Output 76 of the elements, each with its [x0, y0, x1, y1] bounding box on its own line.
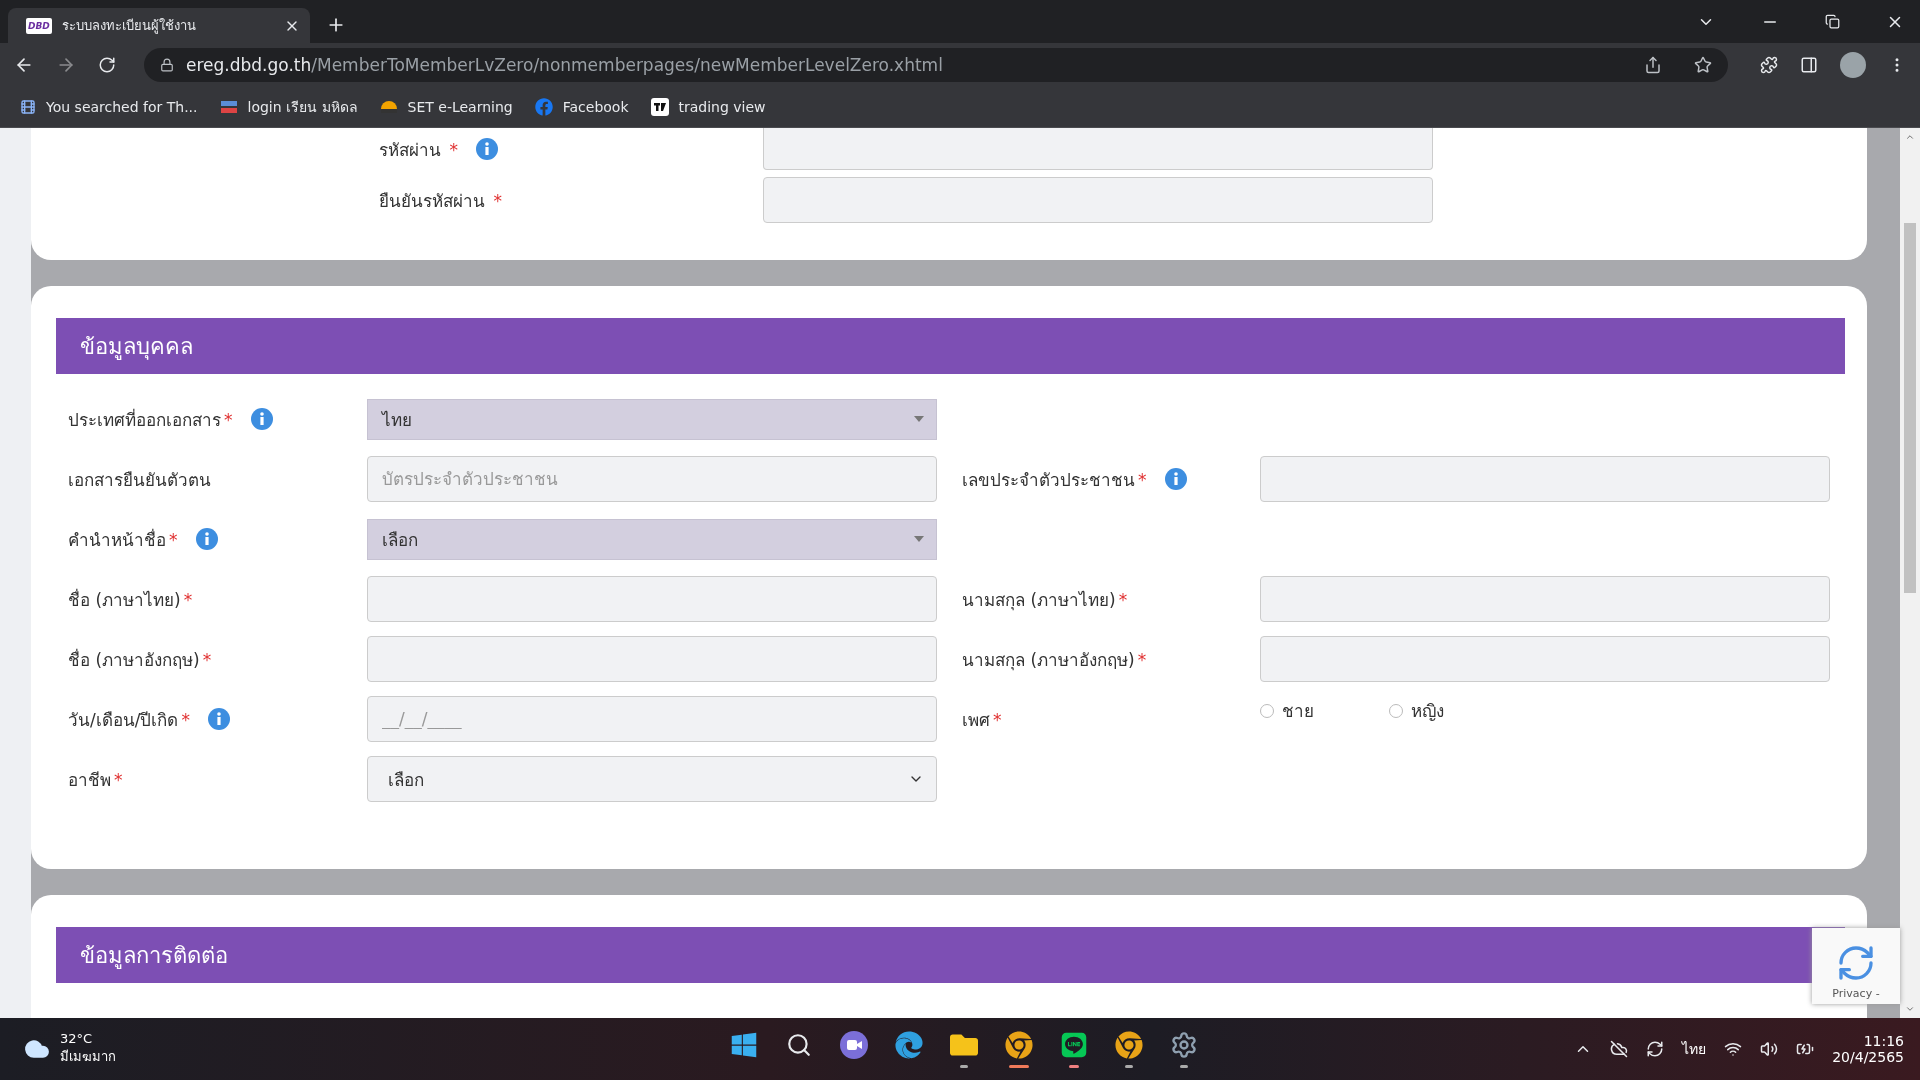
share-icon[interactable] [1644, 56, 1662, 74]
input-field[interactable] [367, 576, 937, 622]
field-label: ประเทศที่ออกเอกสาร * [68, 407, 233, 432]
bookmark-link[interactable]: You searched for Th... [46, 99, 198, 115]
scrollbar-thumb[interactable] [1904, 223, 1916, 593]
sync-icon[interactable] [1646, 1040, 1665, 1058]
input-field[interactable] [1260, 576, 1830, 622]
volume-icon[interactable] [1760, 1040, 1779, 1058]
film-icon [20, 99, 36, 115]
lock-icon [160, 58, 174, 72]
password-field[interactable] [763, 177, 1433, 223]
field-label: วัน/เดือน/ปีเกิด * [68, 708, 190, 732]
bookmark-link[interactable]: Facebook [562, 99, 629, 115]
scroll-up-icon[interactable] [1905, 132, 1915, 142]
scroll-down-icon[interactable] [1905, 1004, 1915, 1014]
radio-option[interactable]: ชาย [1260, 697, 1314, 724]
facebook-icon [534, 98, 553, 116]
reload-icon[interactable] [98, 56, 116, 74]
field-label: เพศ * [962, 708, 1002, 732]
caret-icon [914, 536, 924, 542]
gear-icon [1170, 1030, 1198, 1059]
line-icon [1060, 1030, 1088, 1059]
section-header: ข้อมูลบุคคล [56, 318, 1845, 374]
field-label: เอกสารยืนยันตัวตน [68, 468, 211, 492]
input-field[interactable]: __/__/____ [367, 696, 937, 742]
radio-option[interactable]: หญิง [1389, 697, 1444, 724]
browser-tab[interactable]: DBD ระบบลงทะเบียนผู้ใช้งาน [8, 8, 310, 43]
field-label: ชื่อ (ภาษาไทย) * [68, 587, 193, 612]
edge-icon [895, 1030, 923, 1059]
input-field[interactable]: บัตรประจำตัวประชาชน [367, 456, 937, 502]
select-field[interactable]: ไทย [367, 398, 937, 440]
restore-icon[interactable] [1825, 14, 1840, 29]
field-label: นามสกุล (ภาษาอังกฤษ) * [962, 648, 1147, 673]
bookmark-link[interactable]: SET e-Learning [407, 99, 513, 115]
field-label: อาชีพ * [68, 768, 123, 792]
chrome-icon [1005, 1030, 1033, 1059]
field-label: ยืนยันรหัสผ่าน * [379, 189, 502, 213]
field-label: คำนำหน้าชื่อ * [68, 527, 178, 552]
input-field[interactable] [1260, 456, 1830, 502]
cloud-off-icon[interactable] [1610, 1040, 1629, 1058]
input-field[interactable] [367, 636, 937, 682]
password-field[interactable] [763, 128, 1433, 170]
bookmark-link[interactable]: trading view [678, 99, 766, 115]
field-label: เลขประจำตัวประชาชน * [962, 468, 1147, 492]
star-icon[interactable] [1694, 56, 1712, 74]
section-header: ข้อมูลการติดต่อ [56, 927, 1845, 983]
video-chat-icon [839, 1029, 869, 1060]
puzzle-icon[interactable] [1760, 56, 1778, 74]
field-label: นามสกุล (ภาษาไทย) * [962, 588, 1128, 613]
address-bar[interactable]: ereg.dbd.go.th/MemberToMemberLvZero/nonmemberpages/newMemberLevelZero.xhtml [144, 48, 1728, 82]
sun-icon [379, 100, 398, 114]
side-panel-icon[interactable] [1800, 56, 1818, 74]
select-field[interactable]: เลือก [367, 756, 937, 802]
select-field[interactable]: เลือก [367, 518, 937, 560]
info-icon[interactable] [207, 708, 230, 730]
temperature: 32°C [60, 1031, 94, 1046]
search-icon [786, 1031, 812, 1058]
info-icon[interactable] [475, 138, 498, 160]
windows-icon [730, 1030, 758, 1059]
site-favicon: DBD [26, 17, 52, 34]
language-indicator[interactable]: ไทย [1682, 1038, 1707, 1060]
input-field[interactable] [1260, 636, 1830, 682]
clock[interactable]: 11:16 20/4/2565 [1832, 1033, 1904, 1065]
bookmark-link[interactable]: login เรียน มหิดล [247, 96, 358, 118]
info-icon[interactable] [250, 408, 273, 430]
info-icon[interactable] [1164, 468, 1187, 490]
recaptcha-badge[interactable]: Privacy - [1812, 928, 1900, 1004]
chrome-icon [1115, 1030, 1143, 1059]
caret-icon [914, 416, 924, 422]
wifi-icon[interactable] [1724, 1040, 1743, 1058]
field-label: รหัสผ่าน * [379, 138, 458, 162]
weather-text: มีเมฆมาก [60, 1048, 116, 1066]
field-label: ชื่อ (ภาษาอังกฤษ) * [68, 647, 212, 672]
profile-avatar[interactable] [1840, 52, 1866, 78]
recaptcha-icon [1836, 943, 1876, 983]
info-icon[interactable] [195, 528, 218, 550]
